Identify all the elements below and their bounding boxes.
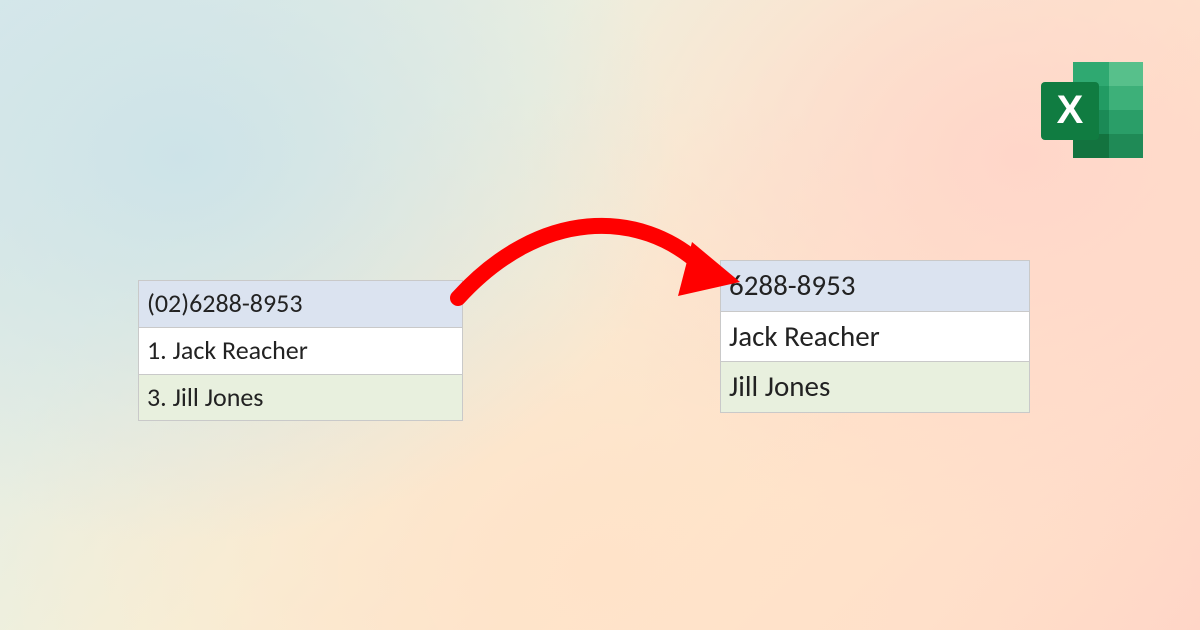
table-row[interactable]: 3. Jill Jones xyxy=(139,374,463,421)
table-row[interactable]: Jack Reacher xyxy=(721,311,1030,362)
cell[interactable]: Jack Reacher xyxy=(721,311,1030,362)
arrow-icon xyxy=(440,210,750,320)
table-row[interactable]: Jill Jones xyxy=(721,362,1030,413)
result-table: 6288-8953 Jack Reacher Jill Jones xyxy=(720,260,1030,413)
excel-icon: X xyxy=(1035,60,1145,160)
table-row[interactable]: 1. Jack Reacher xyxy=(139,327,463,374)
table-row[interactable]: (02)6288-8953 xyxy=(139,281,463,328)
svg-text:X: X xyxy=(1057,88,1084,132)
cell[interactable]: (02)6288-8953 xyxy=(139,281,463,328)
cell[interactable]: Jill Jones xyxy=(721,362,1030,413)
table-row[interactable]: 6288-8953 xyxy=(721,261,1030,312)
cell[interactable]: 3. Jill Jones xyxy=(139,374,463,421)
source-table: (02)6288-8953 1. Jack Reacher 3. Jill Jo… xyxy=(138,280,463,421)
cell[interactable]: 6288-8953 xyxy=(721,261,1030,312)
cell[interactable]: 1. Jack Reacher xyxy=(139,327,463,374)
